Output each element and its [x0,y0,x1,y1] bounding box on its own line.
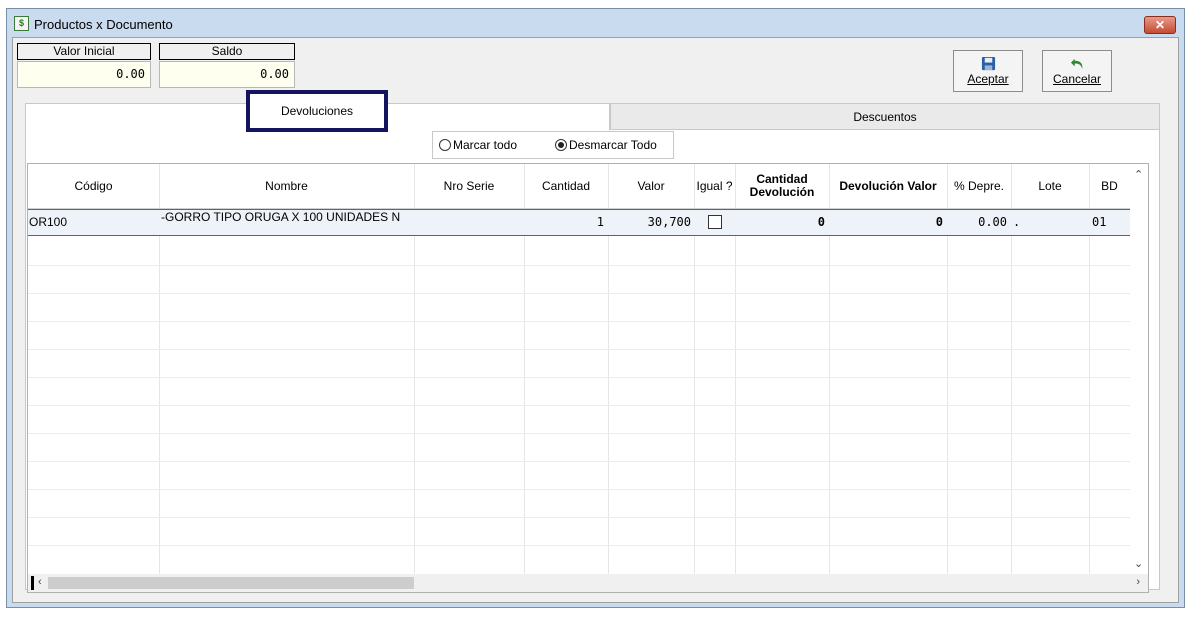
grid-line [28,405,1130,406]
cell-cantidad-devolucion[interactable]: 0 [735,210,825,235]
column-header-bd[interactable]: BD [1089,164,1130,208]
cell-valor[interactable]: 30,700 [608,210,691,235]
marcar-todo-radio[interactable]: Marcar todo [439,138,517,152]
marcar-todo-label: Marcar todo [453,138,518,152]
aceptar-button[interactable]: Aceptar [953,50,1023,92]
saldo-field[interactable]: 0.00 [159,61,295,88]
tab-devoluciones-label[interactable]: Devoluciones [246,90,388,132]
grid-line [28,265,1130,266]
column-header-devolucion-valor[interactable]: Devolución Valor [829,164,947,208]
grid-line [28,489,1130,490]
column-header-igual[interactable]: Igual ? [694,164,735,208]
column-header-nro-serie[interactable]: Nro Serie [414,164,524,208]
desmarcar-todo-label: Desmarcar Todo [569,138,657,152]
grid-line [28,293,1130,294]
valor-inicial-label: Valor Inicial [17,43,151,60]
radio-off-icon [439,139,451,151]
selection-radio-group: Marcar todo Desmarcar Todo [432,131,674,159]
tab-strip: Descuentos [25,103,1160,130]
igual-checkbox[interactable] [708,215,722,229]
grid-line [28,461,1130,462]
scroll-down-icon[interactable]: ⌄ [1134,557,1143,570]
scroll-up-icon[interactable]: ⌃ [1134,168,1143,181]
radio-on-icon [555,139,567,151]
cancelar-label: Cancelar [1052,72,1102,86]
cell-lote[interactable]: . [1013,210,1087,235]
column-header-codigo[interactable]: Código [28,164,159,208]
text-cursor-mark [31,576,34,590]
column-header-depre[interactable]: % Depre. [947,164,1011,208]
cell-depre[interactable]: 0.00 [947,210,1007,235]
tab-descuentos[interactable]: Descuentos [610,103,1160,130]
cell-nombre[interactable]: -GORRO TIPO ORUGA X 100 UNIDADES N [161,210,411,235]
column-header-cantidad-devolucion[interactable]: Cantidad Devolución [735,164,829,208]
aceptar-label: Aceptar [967,72,1009,86]
save-icon [981,56,995,71]
cell-bd[interactable]: 01 [1092,210,1130,235]
saldo-label: Saldo [159,43,295,60]
app-icon: $ [14,16,29,31]
scroll-right-icon[interactable]: › [1136,576,1140,588]
cell-codigo[interactable]: OR100 [29,210,157,235]
horizontal-scrollbar[interactable]: ‹ › [28,574,1148,592]
valor-inicial-field[interactable]: 0.00 [17,61,151,88]
window-title: Productos x Documento [34,17,173,32]
cell-devolucion-valor[interactable]: 0 [829,210,943,235]
close-button[interactable]: ✕ [1144,16,1176,34]
table-row[interactable]: OR100 -GORRO TIPO ORUGA X 100 UNIDADES N… [28,209,1148,236]
grid-line [28,377,1130,378]
column-header-nombre[interactable]: Nombre [159,164,414,208]
grid-line [28,545,1130,546]
column-header-lote[interactable]: Lote [1011,164,1089,208]
cell-cantidad[interactable]: 1 [524,210,604,235]
grid-line [28,433,1130,434]
cancelar-button[interactable]: Cancelar [1042,50,1112,92]
grid-line [28,517,1130,518]
cell-nro-serie[interactable] [416,210,522,235]
grid-line [28,349,1130,350]
column-header-cantidad[interactable]: Cantidad [524,164,608,208]
desmarcar-todo-radio[interactable]: Desmarcar Todo [555,138,657,152]
scroll-left-icon[interactable]: ‹ [38,576,42,588]
undo-icon [1070,58,1082,70]
horizontal-scroll-thumb[interactable] [48,577,414,589]
products-grid: Código Nombre Nro Serie Cantidad Valor I… [27,163,1149,593]
column-header-valor[interactable]: Valor [608,164,694,208]
grid-line [28,321,1130,322]
vertical-scrollbar[interactable]: ⌃ ⌄ [1130,164,1148,574]
